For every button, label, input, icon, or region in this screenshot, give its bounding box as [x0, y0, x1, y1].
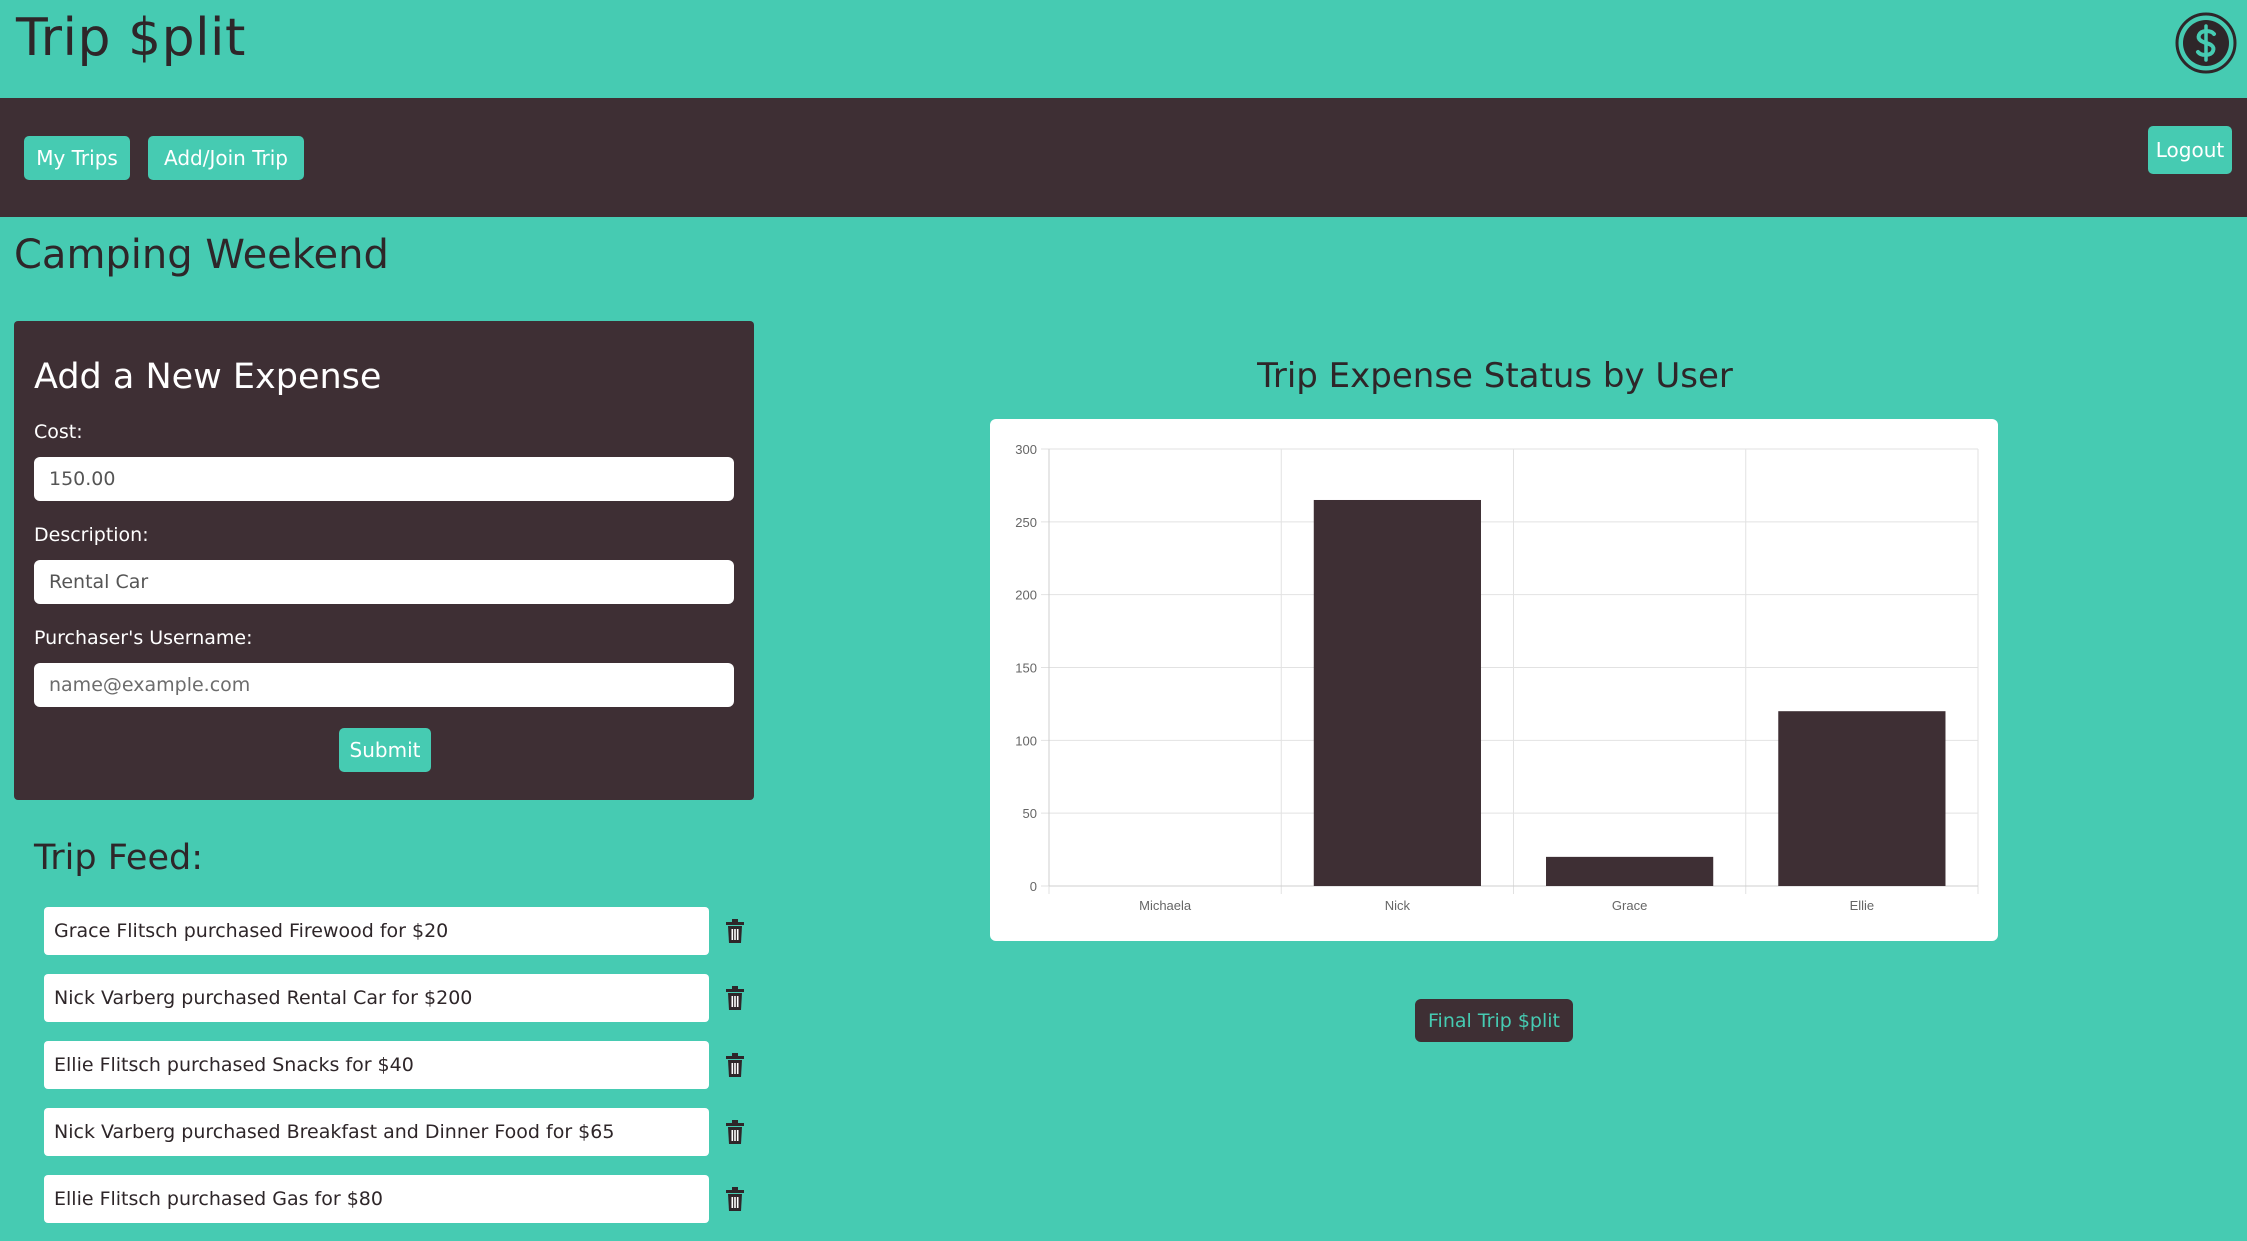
y-tick-label: 250	[1015, 515, 1037, 530]
x-tick-label: Ellie	[1850, 898, 1875, 913]
main-navbar	[0, 98, 2247, 217]
final-trip-split-button[interactable]: Final Trip $plit	[1415, 999, 1573, 1042]
bar-ellie	[1778, 711, 1946, 886]
feed-item: Ellie Flitsch purchased Snacks for $40	[44, 1041, 709, 1089]
cost-label: Cost:	[34, 421, 83, 443]
purchaser-username-input[interactable]	[34, 663, 734, 707]
y-tick-label: 300	[1015, 442, 1037, 457]
app-brand: Trip $plit	[16, 8, 246, 68]
y-tick-label: 150	[1015, 661, 1037, 676]
feed-item: Nick Varberg purchased Breakfast and Din…	[44, 1108, 709, 1156]
cost-input[interactable]	[34, 457, 734, 501]
feed-item: Ellie Flitsch purchased Gas for $80	[44, 1175, 709, 1223]
app-header: Trip $plit	[0, 0, 2247, 98]
expense-bar-chart: 0 50 100 150 200 250 300 Michaela Nick Grace Ellie	[1015, 442, 1979, 913]
y-tick-label: 100	[1015, 733, 1037, 748]
dollar-coin-icon[interactable]	[2175, 12, 2237, 74]
add-join-trip-button[interactable]: Add/Join Trip	[148, 136, 304, 180]
bar-nick	[1313, 499, 1481, 886]
x-tick-label: Michaela	[1139, 898, 1192, 913]
description-label: Description:	[34, 524, 149, 546]
logout-button[interactable]: Logout	[2148, 126, 2232, 174]
submit-expense-button[interactable]: Submit	[339, 728, 431, 772]
trip-feed-title: Trip Feed:	[34, 838, 203, 878]
my-trips-button[interactable]: My Trips	[24, 136, 130, 180]
add-expense-card: Add a New Expense Cost: Description: Pur…	[14, 321, 754, 800]
y-tick-label: 200	[1015, 588, 1037, 603]
trip-title: Camping Weekend	[14, 232, 389, 278]
trash-icon[interactable]	[724, 1053, 746, 1077]
feed-item: Nick Varberg purchased Rental Car for $2…	[44, 974, 709, 1022]
feed-item: Grace Flitsch purchased Firewood for $20	[44, 907, 709, 955]
chart-title: Trip Expense Status by User	[1257, 356, 1733, 396]
x-tick-label: Grace	[1612, 898, 1647, 913]
y-tick-label: 50	[1023, 806, 1037, 821]
add-expense-title: Add a New Expense	[34, 357, 382, 397]
trash-icon[interactable]	[724, 1187, 746, 1211]
trash-icon[interactable]	[724, 919, 746, 943]
trash-icon[interactable]	[724, 1120, 746, 1144]
purchaser-label: Purchaser's Username:	[34, 627, 253, 649]
expense-chart-card: 0 50 100 150 200 250 300 Michaela Nick Grace Ellie	[990, 419, 1998, 941]
y-tick-label: 0	[1030, 879, 1037, 894]
bar-grace	[1546, 856, 1714, 886]
description-input[interactable]	[34, 560, 734, 604]
x-tick-label: Nick	[1385, 898, 1411, 913]
trash-icon[interactable]	[724, 986, 746, 1010]
